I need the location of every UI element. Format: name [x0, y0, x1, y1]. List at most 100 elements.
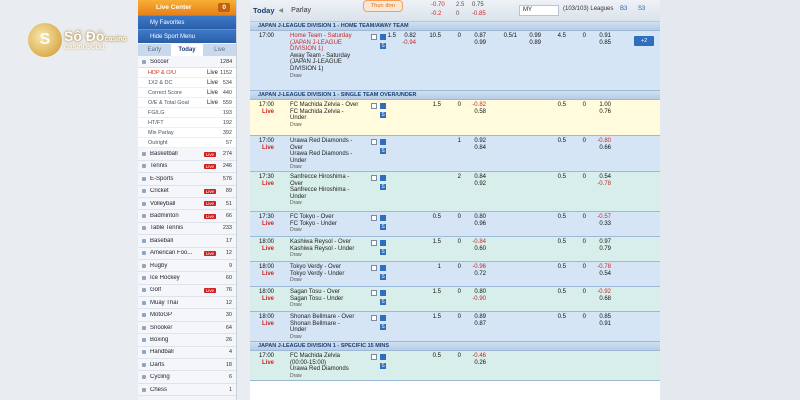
- odds-value[interactable]: 0.5: [550, 314, 566, 320]
- live-center-button[interactable]: Live Center 0: [138, 0, 236, 15]
- odds-value[interactable]: 0.54: [595, 174, 611, 180]
- score-icon[interactable]: S: [380, 224, 386, 230]
- odds-value[interactable]: 0: [570, 314, 586, 320]
- tab-today[interactable]: Today: [170, 44, 204, 56]
- odds-value[interactable]: 0.91: [595, 321, 611, 327]
- odds-value[interactable]: 0: [445, 264, 461, 270]
- sport-item[interactable]: American Foo... Live 12: [138, 247, 236, 260]
- odds-value[interactable]: 0: [445, 353, 461, 359]
- odds-value[interactable]: 0.85: [595, 314, 611, 320]
- odds-value[interactable]: 0.58: [470, 109, 486, 115]
- odds-value[interactable]: -0.46: [470, 353, 486, 359]
- odds-value[interactable]: 0.5: [550, 289, 566, 295]
- odds-value[interactable]: 0.5: [550, 138, 566, 144]
- odds-value[interactable]: 0.92: [470, 138, 486, 144]
- stats-icon[interactable]: [371, 215, 377, 221]
- odds-value[interactable]: -0.78: [595, 264, 611, 270]
- bet-type-item[interactable]: 1X2 & DC Live 534: [138, 78, 236, 89]
- odds-value[interactable]: 0.84: [470, 174, 486, 180]
- bet-type-item[interactable]: HT/FT 192: [138, 118, 236, 129]
- odds-value[interactable]: 1: [445, 138, 461, 144]
- odds-value[interactable]: -0.80: [595, 138, 611, 144]
- odds-value[interactable]: 0.99: [525, 33, 541, 39]
- sport-item[interactable]: Cycling 6: [138, 371, 236, 384]
- live-tv-icon[interactable]: [380, 240, 386, 246]
- sport-item[interactable]: Muay Thai 12: [138, 297, 236, 310]
- more-bets-button[interactable]: +2: [634, 36, 654, 46]
- odds-value[interactable]: 0: [445, 33, 461, 39]
- odds-value[interactable]: -0.94: [400, 40, 416, 46]
- odds-value[interactable]: 0.80: [470, 214, 486, 220]
- odds-value[interactable]: 0.99: [470, 40, 486, 46]
- sport-item[interactable]: MotoGP 30: [138, 309, 236, 322]
- odds-value[interactable]: 0.5: [550, 174, 566, 180]
- stats-icon[interactable]: [371, 315, 377, 321]
- score-icon[interactable]: S: [380, 43, 386, 49]
- score-icon[interactable]: S: [380, 112, 386, 118]
- odds-value[interactable]: 0: [570, 214, 586, 220]
- live-tv-icon[interactable]: [380, 290, 386, 296]
- odds-type-select[interactable]: MY: [519, 5, 559, 16]
- score-icon[interactable]: S: [380, 249, 386, 255]
- odds-value[interactable]: 0.72: [470, 271, 486, 277]
- odds-value[interactable]: -0.90: [470, 296, 486, 302]
- top-odd-1[interactable]: -0.70: [431, 2, 445, 8]
- odds-value[interactable]: 0: [570, 264, 586, 270]
- bet-type-item[interactable]: Outright 57: [138, 138, 236, 149]
- odds-value[interactable]: 0: [570, 138, 586, 144]
- odds-value[interactable]: 0.96: [470, 221, 486, 227]
- odds-value[interactable]: 0.54: [595, 271, 611, 277]
- sport-item[interactable]: Boxing 26: [138, 334, 236, 347]
- sport-item[interactable]: Volleyball Live 51: [138, 197, 236, 211]
- stats-icon[interactable]: [371, 34, 377, 40]
- score-icon[interactable]: S: [380, 184, 386, 190]
- sport-item[interactable]: Darts 18: [138, 359, 236, 372]
- odds-value[interactable]: 0.5: [425, 353, 441, 359]
- sport-item[interactable]: Snooker 64: [138, 321, 236, 335]
- odds-value[interactable]: 0.5: [550, 239, 566, 245]
- statement-icon[interactable]: S3: [638, 6, 645, 12]
- score-icon[interactable]: S: [380, 274, 386, 280]
- odds-value[interactable]: 0: [570, 174, 586, 180]
- sport-item[interactable]: Chess 1: [138, 383, 236, 397]
- score-icon[interactable]: S: [380, 324, 386, 330]
- score-icon[interactable]: S: [380, 148, 386, 154]
- odds-value[interactable]: 0: [445, 239, 461, 245]
- live-tv-icon[interactable]: [380, 265, 386, 271]
- live-tv-icon[interactable]: [380, 354, 386, 360]
- bet-type-item[interactable]: HDP & O/U Live 1152: [138, 68, 236, 79]
- odds-value[interactable]: 0.5: [550, 214, 566, 220]
- sport-item[interactable]: Badminton Live 66: [138, 210, 236, 223]
- odds-value[interactable]: 0: [445, 289, 461, 295]
- odds-value[interactable]: -0.57: [595, 214, 611, 220]
- live-tv-icon[interactable]: [380, 103, 386, 109]
- odds-value[interactable]: -0.84: [470, 239, 486, 245]
- odds-value[interactable]: 0.91: [595, 33, 611, 39]
- odds-value[interactable]: 0.33: [595, 221, 611, 227]
- league-header[interactable]: JAPAN J-LEAGUE DIVISION 1 - SINGLE TEAM …: [250, 91, 660, 100]
- sport-item[interactable]: E-Sports 576: [138, 173, 236, 186]
- odds-value[interactable]: 1.00: [595, 102, 611, 108]
- leagues-filter[interactable]: (103/103) Leagues: [563, 6, 613, 12]
- live-tv-icon[interactable]: [380, 315, 386, 321]
- odds-value[interactable]: 0: [570, 102, 586, 108]
- odds-value[interactable]: 0.79: [595, 246, 611, 252]
- odds-value[interactable]: 0: [570, 289, 586, 295]
- odds-value[interactable]: 0: [445, 214, 461, 220]
- odds-value[interactable]: 0.87: [470, 33, 486, 39]
- odds-value[interactable]: -0.96: [470, 264, 486, 270]
- odds-value[interactable]: 1.5: [425, 102, 441, 108]
- odds-value[interactable]: 0.80: [470, 289, 486, 295]
- bet-type-item[interactable]: Mix Parlay 392: [138, 128, 236, 139]
- league-header[interactable]: JAPAN J-LEAGUE DIVISION 1 - HOME TEAM/AW…: [250, 22, 660, 31]
- bet-type-item[interactable]: FG/LG 193: [138, 108, 236, 119]
- odds-value[interactable]: 0.76: [595, 109, 611, 115]
- sport-item[interactable]: Handball 4: [138, 346, 236, 360]
- live-tv-icon[interactable]: [380, 175, 386, 181]
- top-odd-3[interactable]: 0.75: [472, 2, 484, 8]
- odds-value[interactable]: 0.68: [595, 296, 611, 302]
- tab-live[interactable]: Live: [203, 44, 236, 56]
- odds-value[interactable]: -0.78: [595, 181, 611, 187]
- parlay-toggle[interactable]: Parlay: [291, 7, 311, 14]
- odds-value[interactable]: -0.82: [470, 102, 486, 108]
